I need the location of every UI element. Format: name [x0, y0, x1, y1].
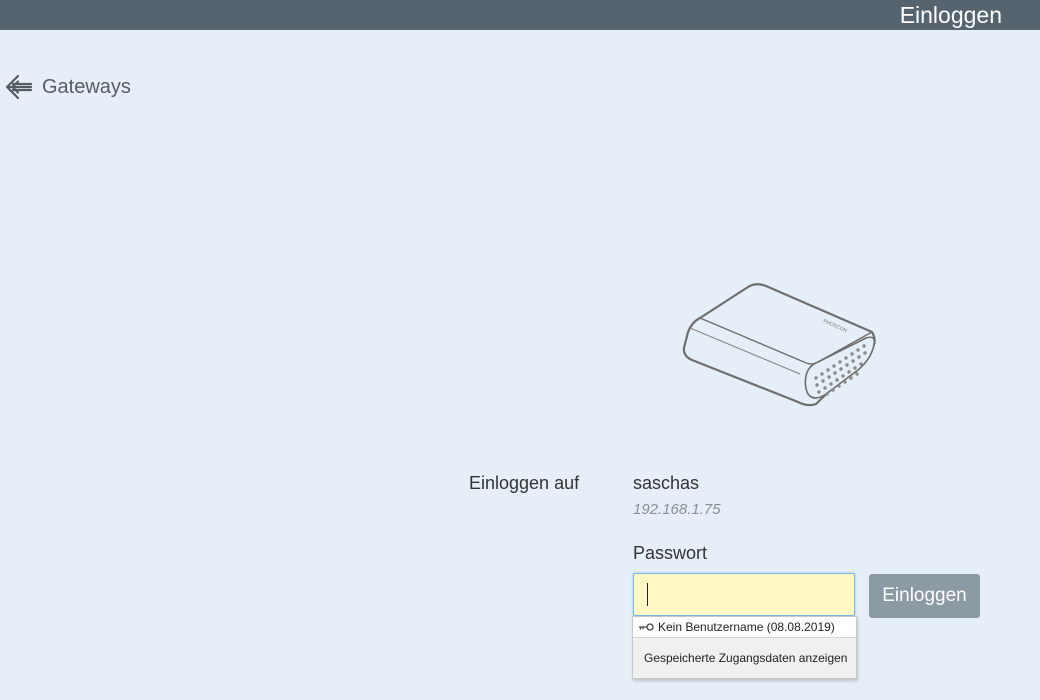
- password-input[interactable]: [633, 573, 855, 616]
- show-saved-credentials-label: Gespeicherte Zugangsdaten anzeigen: [644, 651, 848, 665]
- key-icon: [638, 620, 658, 634]
- gateway-name: saschas: [633, 473, 700, 493]
- login-on-label: Einloggen auf: [469, 473, 580, 493]
- page-title: Einloggen: [899, 2, 1002, 28]
- arrow-left-icon: [5, 73, 33, 101]
- login-button[interactable]: Einloggen: [869, 574, 980, 618]
- back-link-label: Gateways: [42, 75, 131, 98]
- autofill-saved-credential[interactable]: Kein Benutzername (08.08.2019): [633, 617, 856, 637]
- gateway-device-illustration: PHOSCON: [680, 280, 880, 410]
- autofill-dropdown: Kein Benutzername (08.08.2019) Gespeiche…: [632, 616, 857, 679]
- text-caret: [647, 583, 648, 606]
- autofill-saved-credential-label: Kein Benutzername (08.08.2019): [658, 620, 835, 634]
- back-to-gateways-link[interactable]: Gateways: [5, 72, 131, 102]
- show-saved-credentials-button[interactable]: Gespeicherte Zugangsdaten anzeigen: [633, 638, 856, 678]
- gateway-ip-address: 192.168.1.75: [633, 501, 721, 518]
- password-label: Passwort: [633, 543, 708, 563]
- top-bar: Einloggen: [0, 0, 1040, 30]
